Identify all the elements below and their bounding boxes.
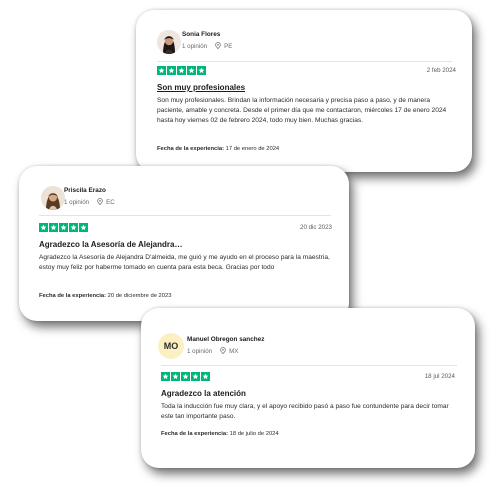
star-icon — [197, 66, 206, 75]
review-body: Toda la inducción fue muy clara, y el ap… — [161, 403, 449, 420]
star-icon — [201, 372, 210, 381]
country-code: MX — [229, 348, 239, 355]
experience-label: Fecha de la experiencia: — [39, 293, 108, 299]
avatar[interactable] — [41, 186, 65, 210]
star-icon — [79, 223, 88, 232]
review-title[interactable]: Son muy profesionales — [157, 83, 245, 92]
experience-date: Fecha de la experiencia: 20 de diciembre… — [39, 293, 171, 299]
experience-date: Fecha de la experiencia: 17 de enero de … — [157, 146, 279, 152]
country-code: EC — [106, 199, 115, 206]
star-icon — [167, 66, 176, 75]
review-date: 2 feb 2024 — [426, 67, 456, 74]
avatar[interactable] — [157, 30, 181, 54]
star-icon — [181, 372, 190, 381]
experience-value: 18 de julio de 2024 — [229, 431, 279, 437]
country-code: PE — [224, 43, 233, 50]
avatar[interactable]: MO — [158, 333, 184, 359]
star-icon — [187, 66, 196, 75]
review-title[interactable]: Agradezco la Asesoría de Alejandra… — [39, 240, 182, 249]
reviewer-name[interactable]: Manuel Obregon sanchez — [187, 336, 264, 343]
divider — [39, 215, 331, 216]
opinion-count: 1 opinión — [187, 348, 213, 355]
map-pin-icon — [220, 347, 226, 356]
reviewer-meta: 1 opinión EC — [64, 198, 115, 207]
experience-label: Fecha de la experiencia: — [157, 146, 226, 152]
review-date: 18 jul 2024 — [424, 373, 455, 380]
experience-label: Fecha de la experiencia: — [161, 431, 230, 437]
review-title[interactable]: Agradezco la atención — [161, 389, 246, 398]
review-body: Son muy profesionales. Brindan la inform… — [157, 97, 447, 124]
experience-value: 17 de enero de 2024 — [225, 146, 280, 152]
opinion-count: 1 opinión — [64, 199, 90, 206]
experience-date: Fecha de la experiencia: 18 de julio de … — [161, 431, 279, 437]
star-rating — [157, 66, 206, 75]
star-icon — [39, 223, 48, 232]
reviewer-meta: 1 opinión PE — [182, 42, 232, 51]
reviewer-name[interactable]: Priscila Erazo — [64, 187, 106, 194]
star-icon — [161, 372, 170, 381]
reviewer-name[interactable]: Sonia Flores — [182, 31, 220, 38]
review-card-manuel: MO Manuel Obregon sanchez 1 opinión MX 1… — [141, 308, 475, 468]
experience-value: 20 de diciembre de 2023 — [107, 293, 172, 299]
star-rating — [161, 372, 210, 381]
map-pin-icon — [97, 198, 103, 207]
star-icon — [157, 66, 166, 75]
review-card-priscila: Priscila Erazo 1 opinión EC 20 dic 2023 … — [19, 166, 349, 321]
review-card-sonia: Sonia Flores 1 opinión PE 2 feb 2024 Son… — [136, 10, 472, 172]
star-icon — [69, 223, 78, 232]
star-icon — [177, 66, 186, 75]
review-body: Agradezco la Asesoría de Alejandra D'alm… — [39, 254, 330, 271]
star-icon — [171, 372, 180, 381]
divider — [161, 365, 457, 366]
map-pin-icon — [215, 42, 221, 51]
star-icon — [191, 372, 200, 381]
divider — [157, 61, 452, 62]
reviewer-meta: 1 opinión MX — [187, 347, 238, 356]
review-date: 20 dic 2023 — [300, 224, 332, 231]
star-rating — [39, 223, 88, 232]
star-icon — [59, 223, 68, 232]
star-icon — [49, 223, 58, 232]
opinion-count: 1 opinión — [182, 43, 208, 50]
